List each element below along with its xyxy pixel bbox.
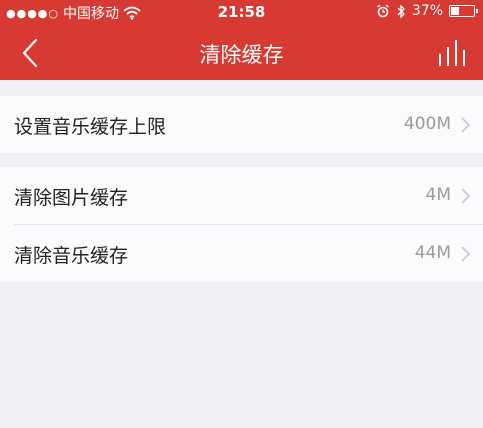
status-right: 37% bbox=[376, 3, 478, 19]
chevron-right-icon bbox=[461, 188, 471, 204]
setting-row-clear-music-cache[interactable]: 清除音乐缓存 44M bbox=[0, 225, 483, 282]
chevron-right-icon bbox=[461, 117, 471, 133]
setting-label: 清除图片缓存 bbox=[14, 187, 129, 209]
chevron-right-icon bbox=[461, 246, 471, 262]
setting-row-clear-image-cache[interactable]: 清除图片缓存 4M bbox=[0, 167, 483, 224]
battery-level bbox=[451, 7, 459, 15]
page-title: 清除缓存 bbox=[199, 43, 284, 67]
setting-label: 清除音乐缓存 bbox=[14, 245, 129, 267]
nav-bar: 清除缓存 bbox=[0, 26, 483, 80]
setting-label: 设置音乐缓存上限 bbox=[14, 116, 167, 138]
battery-icon bbox=[449, 5, 478, 17]
setting-row-cache-limit[interactable]: 设置音乐缓存上限 400M bbox=[0, 96, 483, 153]
app-header: ●●●●○ 中国移动 21:58 37% 清除缓存 bbox=[0, 0, 483, 80]
bluetooth-icon bbox=[397, 3, 405, 19]
clear-cache-group: 清除图片缓存 4M 清除音乐缓存 44M bbox=[0, 167, 483, 282]
cache-limit-group: 设置音乐缓存上限 400M bbox=[0, 96, 483, 153]
status-bar: ●●●●○ 中国移动 21:58 37% bbox=[0, 0, 483, 26]
equalizer-icon[interactable] bbox=[437, 38, 471, 68]
setting-value: 44M bbox=[414, 243, 451, 263]
battery-percent: 37% bbox=[411, 3, 443, 19]
alarm-icon bbox=[376, 4, 389, 18]
setting-value: 4M bbox=[425, 185, 451, 205]
setting-value: 400M bbox=[403, 114, 451, 134]
